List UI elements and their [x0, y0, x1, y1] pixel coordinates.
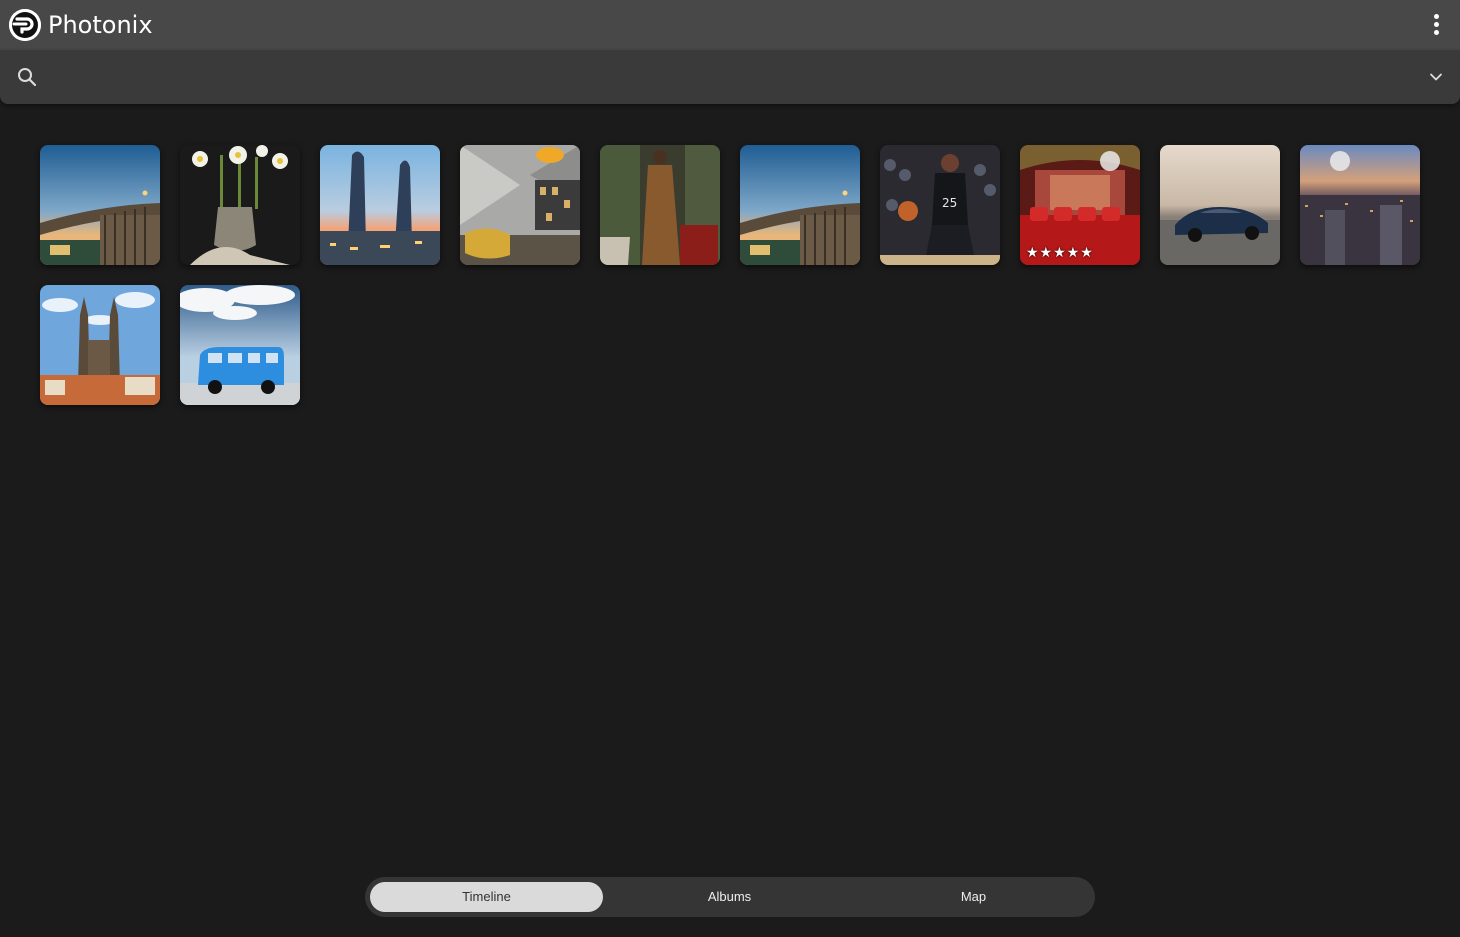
app-title: Photonix [48, 11, 153, 39]
app-header: Photonix [0, 0, 1460, 50]
photo-image [180, 145, 300, 265]
select-toggle-icon[interactable] [1100, 151, 1120, 171]
search-input[interactable] [50, 62, 1404, 94]
photo-image [460, 145, 580, 265]
photo-thumbnail[interactable]: ★★★★★ [1020, 145, 1140, 265]
bottom-nav: Timeline Albums Map [365, 877, 1095, 917]
photonix-logo-icon[interactable] [9, 9, 41, 41]
search-bar [0, 50, 1460, 104]
photo-thumbnail[interactable]: 25 [880, 145, 1000, 265]
more-vert-icon[interactable] [1426, 13, 1446, 37]
photo-thumbnail[interactable] [180, 145, 300, 265]
photo-image [180, 285, 300, 405]
svg-text:25: 25 [942, 196, 957, 210]
photo-image [320, 145, 440, 265]
photo-image [40, 285, 160, 405]
photonix-app: Photonix 25 ★★★★★ Timeline Albums Map [0, 0, 1460, 937]
rating-stars: ★★★★★ [1026, 245, 1094, 261]
photo-thumbnail[interactable] [600, 145, 720, 265]
chevron-down-icon[interactable] [1428, 69, 1444, 85]
photo-thumbnail[interactable] [1160, 145, 1280, 265]
tab-timeline[interactable]: Timeline [370, 882, 603, 912]
photo-thumbnail[interactable] [40, 145, 160, 265]
photo-thumbnail[interactable] [460, 145, 580, 265]
select-toggle-icon[interactable] [1330, 151, 1350, 171]
photo-image [740, 145, 860, 265]
search-icon[interactable] [16, 66, 38, 88]
photo-thumbnail[interactable] [40, 285, 160, 405]
photo-thumbnail[interactable] [180, 285, 300, 405]
tab-albums[interactable]: Albums [613, 882, 846, 912]
photo-image: 25 [880, 145, 1000, 265]
photo-thumbnail[interactable] [740, 145, 860, 265]
photo-grid: 25 ★★★★★ [40, 145, 1440, 405]
photo-thumbnail[interactable] [320, 145, 440, 265]
photo-thumbnail[interactable] [1300, 145, 1420, 265]
photo-image [600, 145, 720, 265]
photo-image [40, 145, 160, 265]
photo-image [1300, 145, 1420, 265]
photo-image [1160, 145, 1280, 265]
tab-map[interactable]: Map [857, 882, 1090, 912]
